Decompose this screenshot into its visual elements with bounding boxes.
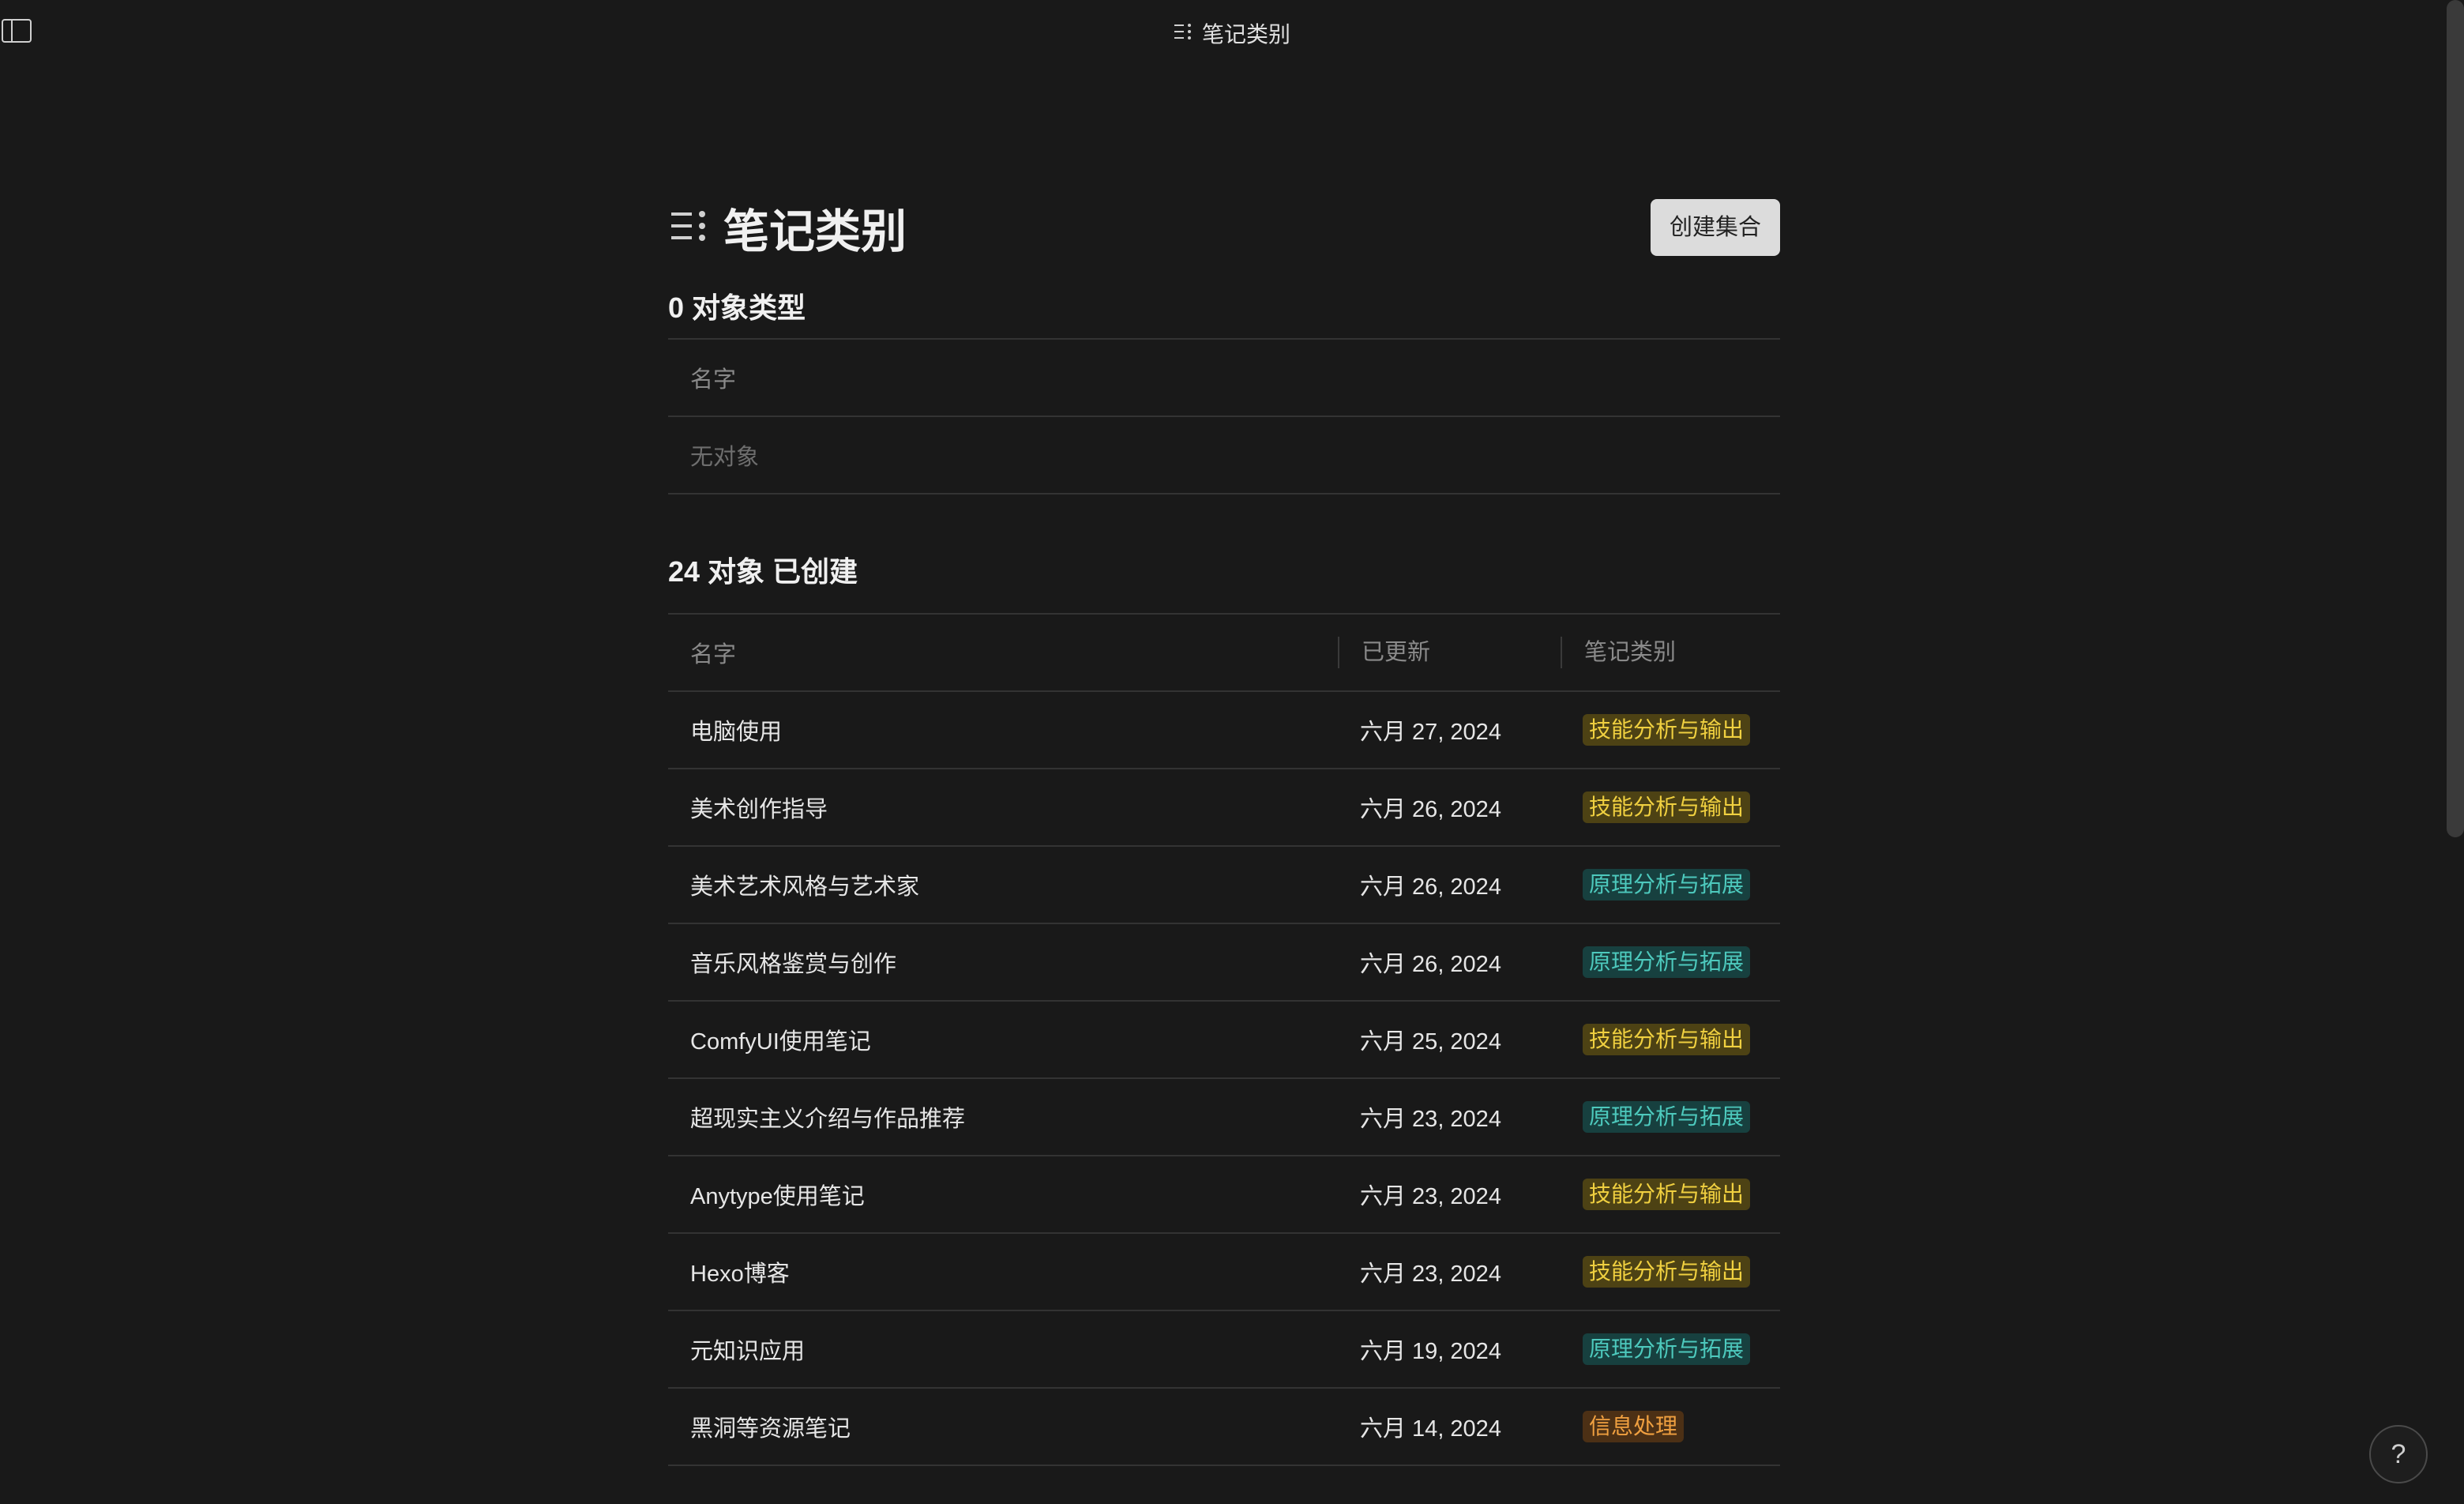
category-tag[interactable]: 技能分析与输出 (1583, 714, 1751, 746)
page-title: 笔记类别 (723, 206, 907, 258)
table-row[interactable]: 超现实主义介绍与作品推荐 六月 23, 2024 原理分析与拓展 (668, 1079, 1780, 1156)
table-row[interactable]: 美术创作指导 六月 26, 2024 技能分析与输出 (668, 769, 1780, 847)
topbar-title: 笔记类别 (0, 17, 2464, 49)
updated-date: 六月 26, 2024 (1360, 797, 1501, 822)
table-row[interactable]: 音乐风格鉴赏与创作 六月 26, 2024 原理分析与拓展 (668, 924, 1780, 1002)
object-name[interactable]: ComfyUI使用笔记 (668, 1023, 1338, 1056)
table-row[interactable]: 元知识应用 六月 19, 2024 原理分析与拓展 (668, 1311, 1780, 1389)
updated-date: 六月 19, 2024 (1360, 1339, 1501, 1364)
updated-date: 六月 26, 2024 (1360, 952, 1501, 977)
category-cell: 技能分析与输出 (1561, 714, 1780, 746)
category-cell: 原理分析与拓展 (1561, 1333, 1780, 1365)
list-icon (1174, 21, 1193, 46)
types-table: 名字 无对象 (668, 338, 1780, 494)
table-header-row: 名字 (668, 340, 1780, 417)
objects-table: 名字 已更新 笔记类别 电脑使用 六月 27, 2024 技能分析与输出 美术创作指导… (668, 613, 1780, 1466)
create-collection-button[interactable]: 创建集合 (1650, 199, 1780, 256)
empty-row: 无对象 (668, 417, 1780, 494)
category-cell: 技能分析与输出 (1561, 1179, 1780, 1210)
topbar-title-text: 笔记类别 (1201, 22, 1290, 47)
updated-date: 六月 14, 2024 (1360, 1416, 1501, 1442)
category-tag[interactable]: 技能分析与输出 (1583, 1256, 1751, 1288)
table-header-row: 名字 已更新 笔记类别 (668, 615, 1780, 692)
object-name[interactable]: 黑洞等资源笔记 (668, 1410, 1338, 1443)
object-name[interactable]: 美术创作指导 (668, 791, 1338, 824)
table-row[interactable]: 黑洞等资源笔记 六月 14, 2024 信息处理 (668, 1389, 1780, 1466)
help-button[interactable]: ? (2369, 1425, 2428, 1483)
category-cell: 原理分析与拓展 (1561, 869, 1780, 901)
object-name[interactable]: 超现实主义介绍与作品推荐 (668, 1100, 1338, 1134)
top-bar: 笔记类别 (0, 0, 2464, 62)
table-row[interactable]: 电脑使用 六月 27, 2024 技能分析与输出 (668, 692, 1780, 769)
object-name[interactable]: Hexo博客 (668, 1255, 1338, 1288)
category-tag[interactable]: 原理分析与拓展 (1583, 1333, 1751, 1365)
table-row[interactable]: Anytype使用笔记 六月 23, 2024 技能分析与输出 (668, 1156, 1780, 1234)
table-row[interactable]: 美术艺术风格与艺术家 六月 26, 2024 原理分析与拓展 (668, 847, 1780, 924)
empty-text: 无对象 (690, 445, 760, 470)
category-tag[interactable]: 原理分析与拓展 (1583, 1101, 1751, 1133)
objects-heading: 24 对象 已创建 (668, 555, 858, 588)
object-name[interactable]: 元知识应用 (668, 1333, 1338, 1366)
updated-date: 六月 23, 2024 (1360, 1107, 1501, 1132)
list-icon (668, 208, 708, 248)
updated-date: 六月 23, 2024 (1360, 1261, 1501, 1287)
column-header-updated[interactable]: 已更新 (1338, 637, 1561, 668)
main-content: 笔记类别 创建集合 0 对象类型 名字 无对象 24 对象 已创建 名字 已更新… (668, 190, 1780, 1466)
updated-date: 六月 23, 2024 (1360, 1184, 1501, 1209)
updated-date: 六月 25, 2024 (1360, 1029, 1501, 1055)
table-row[interactable]: ComfyUI使用笔记 六月 25, 2024 技能分析与输出 (668, 1002, 1780, 1079)
page-header: 笔记类别 创建集合 (668, 190, 1780, 265)
updated-date: 六月 26, 2024 (1360, 874, 1501, 900)
category-cell: 原理分析与拓展 (1561, 946, 1780, 978)
object-name[interactable]: Anytype使用笔记 (668, 1178, 1338, 1211)
category-cell: 技能分析与输出 (1561, 791, 1780, 823)
column-header-name[interactable]: 名字 (668, 636, 1338, 669)
object-name[interactable]: 电脑使用 (668, 713, 1338, 746)
category-cell: 原理分析与拓展 (1561, 1101, 1780, 1133)
category-tag[interactable]: 技能分析与输出 (1583, 1024, 1751, 1055)
object-name[interactable]: 音乐风格鉴赏与创作 (668, 946, 1338, 979)
category-cell: 技能分析与输出 (1561, 1256, 1780, 1288)
object-name[interactable]: 美术艺术风格与艺术家 (668, 868, 1338, 901)
category-tag[interactable]: 原理分析与拓展 (1583, 869, 1751, 901)
column-header-name[interactable]: 名字 (668, 361, 1338, 394)
scrollbar[interactable] (2447, 0, 2464, 837)
updated-date: 六月 27, 2024 (1360, 720, 1501, 745)
category-cell: 信息处理 (1561, 1411, 1780, 1442)
category-cell: 技能分析与输出 (1561, 1024, 1780, 1055)
category-tag[interactable]: 信息处理 (1583, 1411, 1685, 1442)
column-header-category[interactable]: 笔记类别 (1561, 637, 1780, 668)
category-tag[interactable]: 技能分析与输出 (1583, 1179, 1751, 1210)
category-tag[interactable]: 技能分析与输出 (1583, 791, 1751, 823)
category-tag[interactable]: 原理分析与拓展 (1583, 946, 1751, 978)
table-row[interactable]: Hexo博客 六月 23, 2024 技能分析与输出 (668, 1234, 1780, 1311)
types-heading: 0 对象类型 (668, 291, 806, 324)
